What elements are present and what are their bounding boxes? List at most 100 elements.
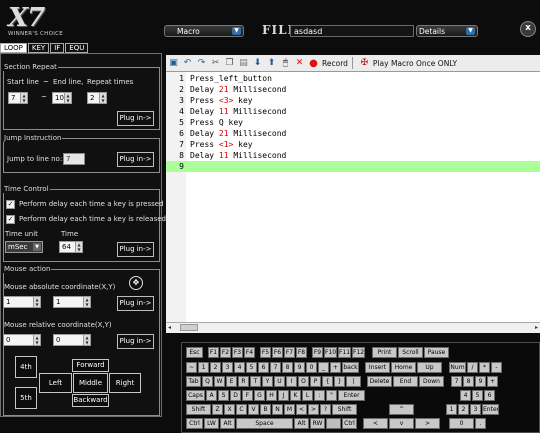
keyboard-key[interactable]: 6 [484, 390, 495, 401]
mouse-4th-button[interactable]: 4th [15, 356, 37, 378]
keyboard-key[interactable]: Enter [482, 404, 499, 415]
keyboard-key[interactable]: 6 [258, 362, 269, 373]
keyboard-key[interactable]: 2 [458, 404, 469, 415]
relative-plugin-button[interactable]: Plug in-> [117, 334, 154, 349]
tab-key[interactable]: KEY [27, 43, 50, 53]
keyboard-key[interactable]: 4 [234, 362, 245, 373]
keyboard-key[interactable]: 1 [198, 362, 209, 373]
play-macro-label[interactable]: Play Macro Once ONLY [373, 59, 457, 68]
script-line[interactable]: 4 Delay 11 Millisecond [166, 106, 540, 117]
keyboard-key[interactable]: 7 [270, 362, 281, 373]
keyboard-key[interactable]: F1 [208, 347, 219, 358]
keyboard-key[interactable]: S [218, 390, 229, 401]
save-icon[interactable]: ▣ [168, 58, 179, 69]
spin-arrows-icon[interactable]: ▲ ▼ [75, 242, 82, 252]
keyboard-key[interactable]: F2 [220, 347, 231, 358]
keyboard-key[interactable]: Alt [220, 418, 235, 429]
keyboard-key[interactable]: Tab [186, 376, 201, 387]
keyboard-key[interactable]: C [236, 404, 247, 415]
time-unit-select[interactable]: mSec ▼ [5, 241, 43, 253]
keyboard-key[interactable]: N [272, 404, 283, 415]
keyboard-key[interactable]: W [214, 376, 225, 387]
keyboard-key[interactable]: 0 [449, 418, 474, 429]
spin-arrows-icon[interactable]: ▲ ▼ [33, 335, 40, 345]
keyboard-key[interactable]: G [254, 390, 265, 401]
mouse-icon[interactable]: 🖱 [280, 58, 291, 69]
time-value-stepper[interactable]: 64 ▲ ▼ [59, 241, 83, 253]
keyboard-key[interactable]: < [296, 404, 307, 415]
script-line[interactable]: 9 [166, 161, 540, 172]
spin-arrows-icon[interactable]: ▲ ▼ [83, 297, 90, 307]
keyboard-key[interactable]: + [330, 362, 341, 373]
keyboard-key[interactable]: Alt [294, 418, 309, 429]
keyboard-key[interactable]: 5 [472, 390, 483, 401]
start-line-stepper[interactable]: 7 ▲ ▼ [8, 92, 28, 104]
keyboard-key[interactable]: O [298, 376, 309, 387]
crosshair-icon[interactable]: ✥ [129, 276, 143, 290]
keyboard-key[interactable]: J [278, 390, 289, 401]
keyboard-key[interactable]: F4 [244, 347, 255, 358]
script-editor[interactable]: 1 Press_left_button 2 Delay 21 Millisecond 3… [166, 72, 540, 322]
redo-icon[interactable]: ↷ [196, 58, 207, 69]
keyboard-key[interactable]: Num [449, 362, 466, 373]
relative-x-stepper[interactable]: 0 ▲ ▼ [3, 334, 41, 346]
record-button-label[interactable]: Record [322, 59, 348, 68]
keyboard-key[interactable]: Shift [186, 404, 211, 415]
mouse-left-button[interactable]: Left [39, 373, 72, 393]
file-name-input[interactable]: asdasd [290, 25, 414, 37]
keyboard-key[interactable]: Z [212, 404, 223, 415]
keyboard-key[interactable]: . [475, 418, 486, 429]
keyboard-key[interactable]: Q [202, 376, 213, 387]
keyboard-key[interactable]: > [415, 418, 440, 429]
keyboard-key[interactable]: F7 [284, 347, 295, 358]
keyboard-key[interactable]: Up [417, 362, 442, 373]
mouse-forward-button[interactable]: Forward [72, 359, 109, 372]
mouse-middle-button[interactable]: Middle [73, 373, 108, 393]
delay-on-release-checkbox[interactable]: ✓ [6, 215, 15, 224]
keyboard-key[interactable]: Caps [186, 390, 205, 401]
keyboard-key[interactable]: 2 [210, 362, 221, 373]
mouse-5th-button[interactable]: 5th [15, 387, 37, 409]
keyboard-key[interactable]: L [302, 390, 313, 401]
keyboard-key[interactable]: D [230, 390, 241, 401]
scroll-right-icon[interactable]: ▸ [535, 324, 538, 331]
keyboard-key[interactable]: F8 [296, 347, 307, 358]
keyboard-key[interactable]: 9 [475, 376, 486, 387]
keyboard-key[interactable]: | [346, 376, 361, 387]
jump-plugin-button[interactable]: Plug in-> [117, 152, 154, 167]
repeat-times-stepper[interactable]: 2 ▲ ▼ [87, 92, 107, 104]
keyboard-key[interactable]: < [363, 418, 388, 429]
relative-y-stepper[interactable]: 0 ▲ ▼ [53, 334, 91, 346]
keyboard-key[interactable]: : [314, 390, 325, 401]
keyboard-key[interactable]: back [342, 362, 359, 373]
scroll-left-icon[interactable]: ◂ [168, 324, 171, 331]
spin-arrows-icon[interactable]: ▲ ▼ [83, 335, 90, 345]
keyboard-key[interactable]: ^ [389, 404, 414, 415]
keyboard-key[interactable]: F9 [312, 347, 323, 358]
keyboard-key[interactable]: Esc [186, 347, 203, 358]
keyboard-key[interactable]: R [238, 376, 249, 387]
keyboard-key[interactable]: Shift [332, 404, 357, 415]
keyboard-key[interactable]: F6 [272, 347, 283, 358]
tab-loop[interactable]: LOOP [0, 43, 27, 53]
mouse-right-button[interactable]: Right [109, 373, 141, 393]
keyboard-key[interactable]: _ [318, 362, 329, 373]
keyboard-key[interactable]: T [250, 376, 261, 387]
delay-on-press-checkbox[interactable]: ✓ [6, 200, 15, 209]
keyboard-key[interactable]: 8 [282, 362, 293, 373]
keyboard-key[interactable]: 3 [222, 362, 233, 373]
time-control-plugin-button[interactable]: Plug in-> [117, 242, 154, 257]
absolute-x-stepper[interactable]: 1 ▲ ▼ [3, 296, 41, 308]
script-line[interactable]: 6 Delay 21 Millisecond [166, 128, 540, 139]
keyboard-key[interactable]: Y [262, 376, 273, 387]
copy-icon[interactable]: ❐ [224, 58, 235, 69]
delete-icon[interactable]: ✕ [294, 58, 305, 69]
jump-line-input[interactable]: 7 [63, 153, 85, 165]
absolute-plugin-button[interactable]: Plug in-> [117, 296, 154, 311]
horizontal-scrollbar[interactable]: ◂ ▸ [166, 322, 540, 333]
spin-arrows-icon[interactable]: ▲ ▼ [33, 297, 40, 307]
absolute-y-stepper[interactable]: 1 ▲ ▼ [53, 296, 91, 308]
mouse-backward-button[interactable]: Backward [72, 394, 109, 407]
script-line[interactable]: 2 Delay 21 Millisecond [166, 84, 540, 95]
spin-arrows-icon[interactable]: ▲ ▼ [20, 93, 27, 103]
